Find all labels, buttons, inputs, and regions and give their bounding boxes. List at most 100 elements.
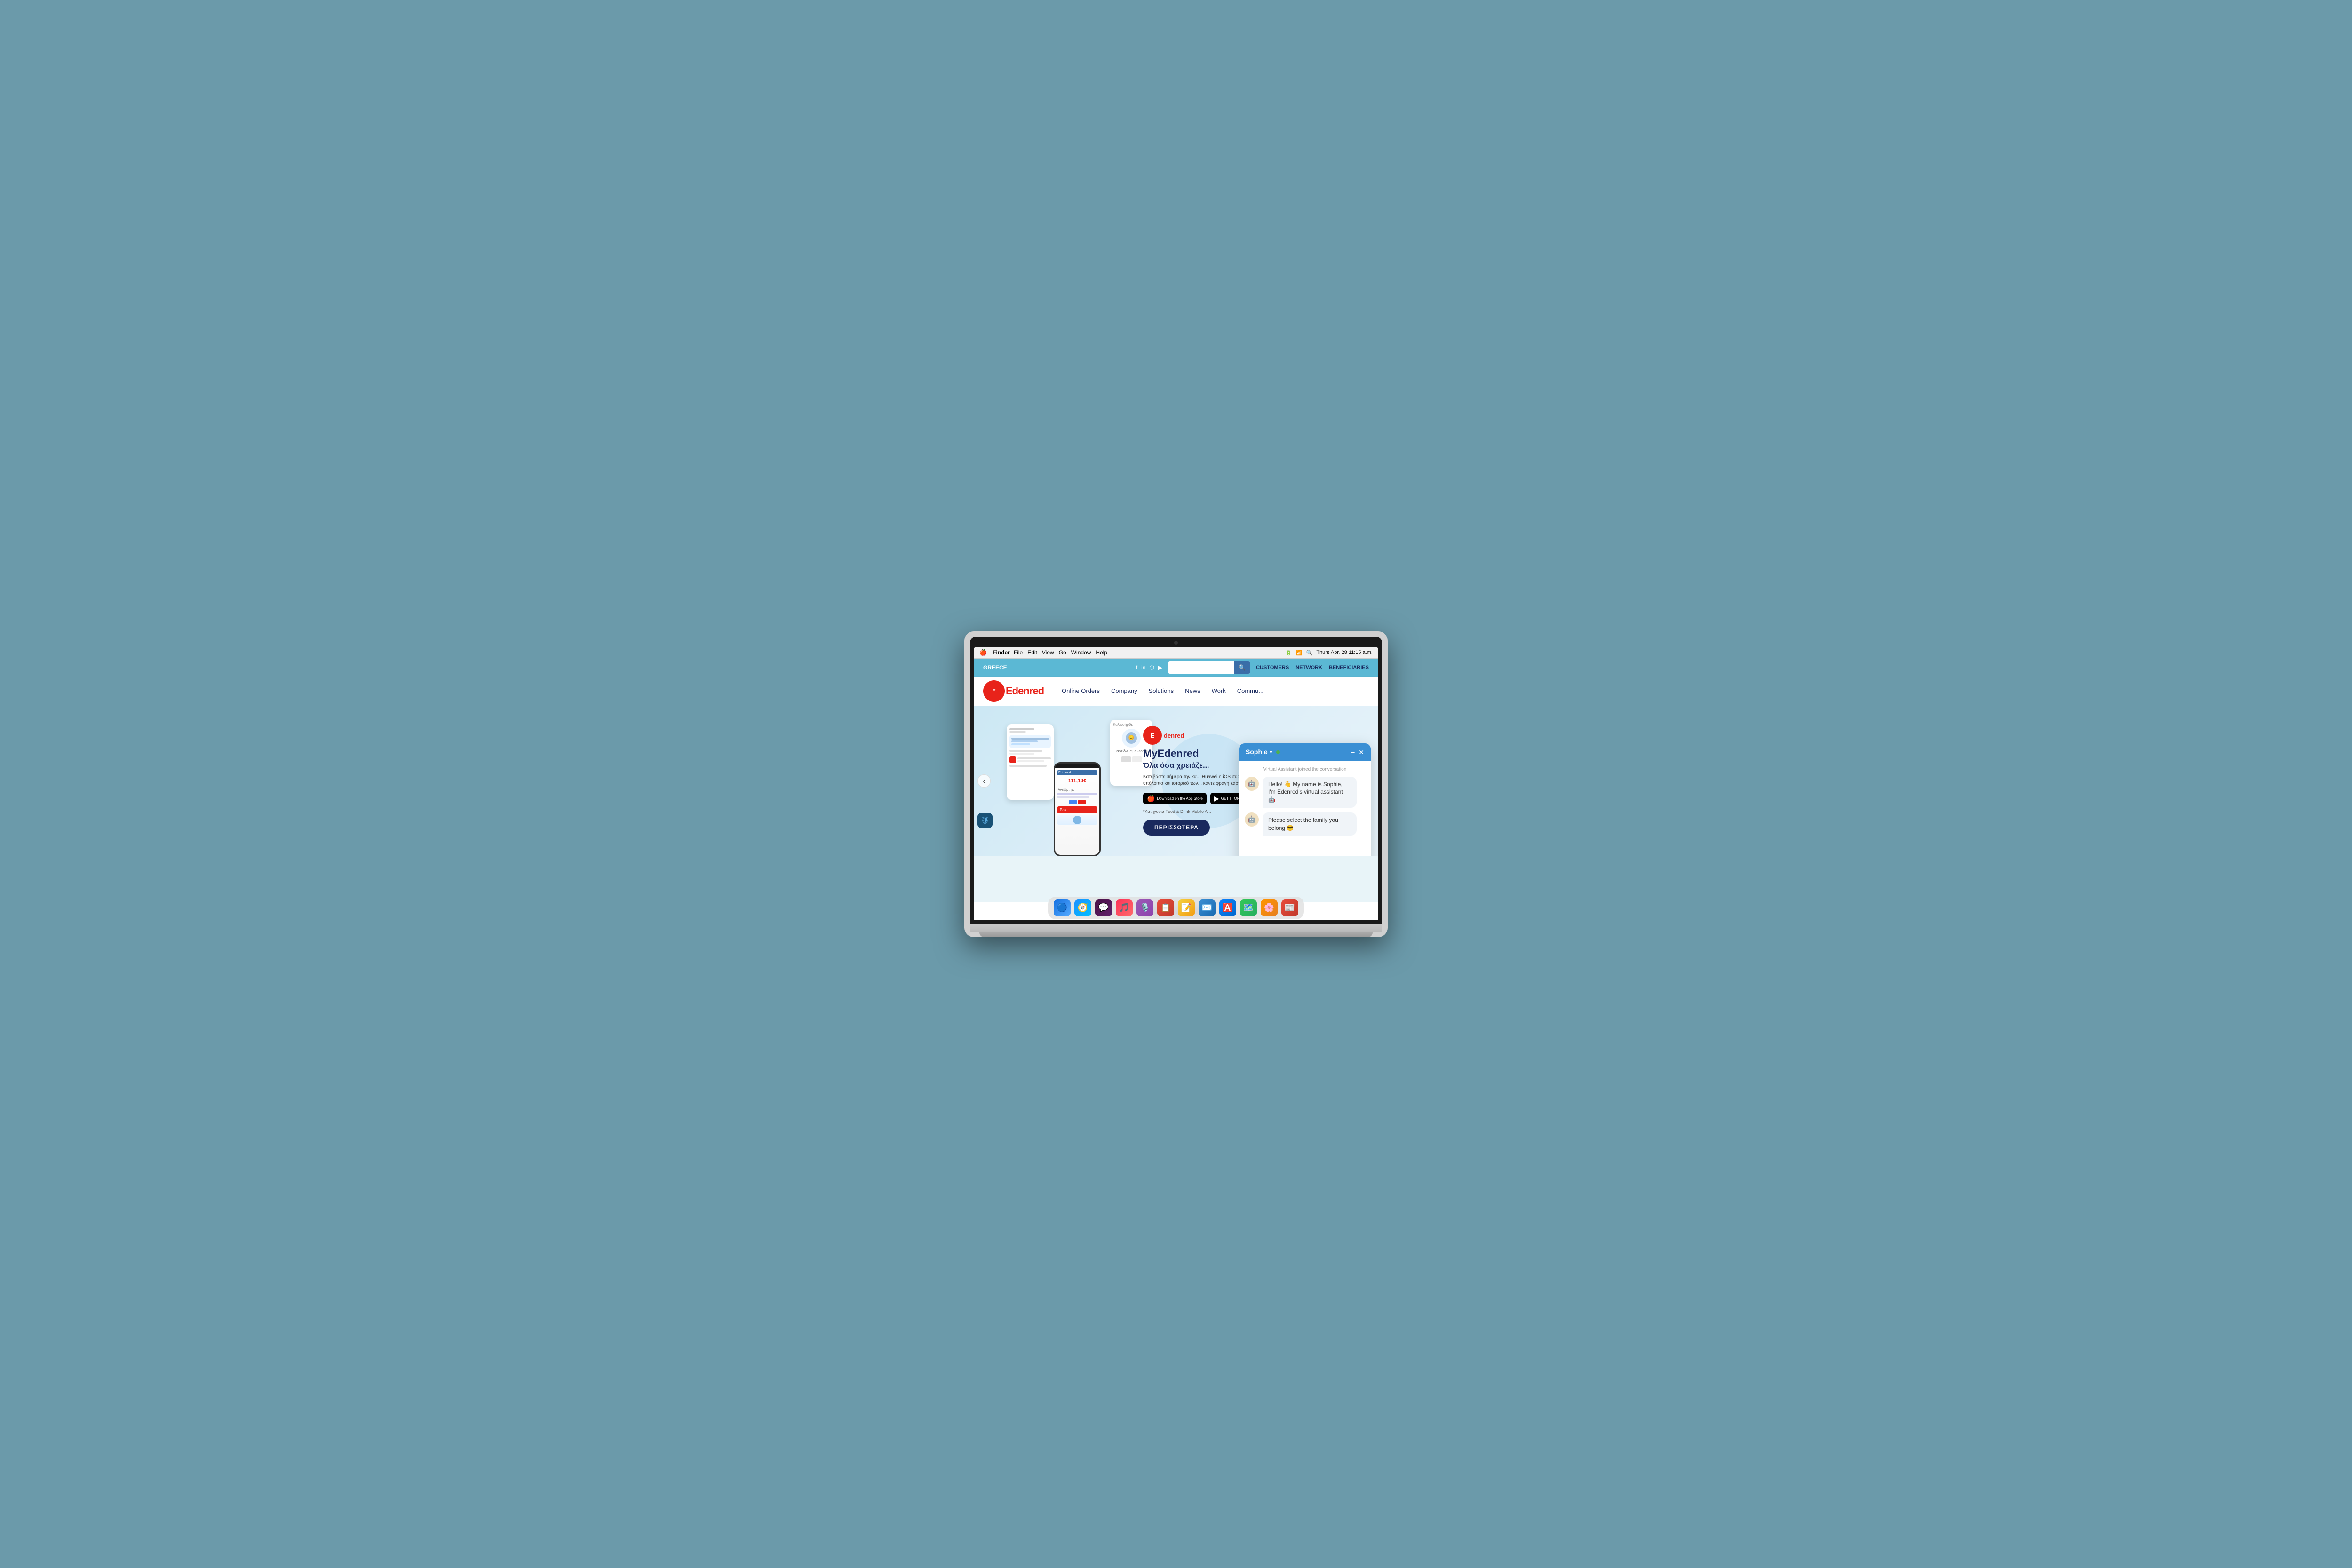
linkedin-icon[interactable]: in (1141, 664, 1145, 671)
hero-section: ‹ (974, 706, 1378, 856)
maps-icon: 🗺️ (1243, 903, 1254, 913)
chat-avatar-2: 🤖 (1245, 812, 1259, 827)
company-link[interactable]: Company (1111, 687, 1137, 694)
chat-title: Sophie (1246, 748, 1268, 756)
podcasts-icon: 🎙️ (1140, 903, 1150, 913)
search-bar[interactable]: 🔍 (1168, 661, 1250, 674)
facebook-icon[interactable]: f (1136, 664, 1137, 671)
reminders-icon: 📋 (1160, 903, 1171, 913)
solutions-link[interactable]: Solutions (1149, 687, 1174, 694)
main-navigation: E Edenred Online Orders Company Solution… (974, 677, 1378, 706)
dock-safari[interactable]: 🧭 (1074, 899, 1091, 916)
app-store-badge[interactable]: 🍎 Download on the App Store (1143, 793, 1207, 804)
chat-widget: Sophie • − ✕ Virtual Assistant join (1239, 743, 1371, 856)
network-link[interactable]: NETWORK (1295, 665, 1322, 670)
apple-store-icon: 🍎 (1147, 795, 1155, 803)
news-icon: 📰 (1285, 903, 1295, 913)
shield-badge: 🛡 (977, 813, 993, 828)
hero-phones-area: Εdenred 111,14€ Ανεξάρτητο Pa (1002, 710, 1162, 856)
work-link[interactable]: Work (1212, 687, 1226, 694)
beneficiaries-link[interactable]: BENEFICIARIES (1329, 665, 1369, 670)
phone-main-device: Εdenred 111,14€ Ανεξάρτητο Pa (1054, 762, 1101, 856)
dock-finder[interactable]: 🔵 (1054, 899, 1071, 916)
chat-options: Employee/Card holder Company Store partn… (1239, 855, 1371, 856)
dock-podcasts[interactable]: 🎙️ (1136, 899, 1153, 916)
main-nav-links: Online Orders Company Solutions News Wor… (1062, 687, 1263, 694)
chat-avatar-1: 🤖 (1245, 777, 1259, 791)
chat-close-button[interactable]: ✕ (1359, 749, 1364, 756)
phone-pay-btn: Pay (1057, 806, 1097, 813)
online-orders-link[interactable]: Online Orders (1062, 687, 1100, 694)
sophie-dot-separator: • (1270, 748, 1272, 756)
dock-appstore[interactable]: 🅰️ (1219, 899, 1236, 916)
view-menu[interactable]: View (1042, 649, 1054, 656)
go-menu[interactable]: Go (1059, 649, 1066, 656)
clock: Thurs Apr. 28 11:15 a.m. (1316, 650, 1373, 655)
top-nav-links: CUSTOMERS NETWORK BENEFICIARIES (1256, 665, 1369, 670)
help-menu[interactable]: Help (1096, 649, 1107, 656)
search-icon[interactable]: 🔍 (1306, 650, 1313, 656)
customers-link[interactable]: CUSTOMERS (1256, 665, 1289, 670)
edenred-logo-text-inner: E (992, 688, 995, 694)
macos-menu-items: File Edit View Go Window Help (1014, 649, 1107, 656)
chat-bubble-2: Please select the family you belong 😎 (1263, 812, 1357, 836)
chat-header: Sophie • − ✕ (1239, 743, 1371, 761)
phone-notch (1070, 764, 1084, 766)
cta-button[interactable]: ΠΕΡΙΣΣΟΤΕΡΑ (1143, 820, 1210, 836)
edit-menu[interactable]: Edit (1027, 649, 1037, 656)
laptop-bottom (970, 924, 1382, 932)
dock-reminders[interactable]: 📋 (1157, 899, 1174, 916)
news-link[interactable]: News (1185, 687, 1200, 694)
social-icons-group: f in ⬡ ▶ (1136, 664, 1162, 671)
community-link[interactable]: Commu... (1237, 687, 1263, 694)
screen-bezel: 🍎 Finder File Edit View Go Window Help 🔋… (970, 637, 1382, 924)
youtube-icon[interactable]: ▶ (1158, 664, 1162, 671)
file-menu[interactable]: File (1014, 649, 1023, 656)
window-menu[interactable]: Window (1071, 649, 1091, 656)
chat-bubble-1: Hello! 👋 My name is Sophie, I'm Edenred'… (1263, 777, 1357, 808)
wifi-icon: 📶 (1296, 650, 1303, 656)
notes-icon: 📝 (1181, 903, 1192, 913)
hero-logo-text: E (1151, 732, 1155, 739)
search-input[interactable] (1168, 664, 1234, 671)
dock-news[interactable]: 📰 (1281, 899, 1298, 916)
hero-logo-circle: E (1143, 726, 1162, 745)
camera-dot (1174, 641, 1178, 645)
chat-minimize-button[interactable]: − (1351, 749, 1355, 756)
edenred-logo-circle: E (983, 680, 1005, 702)
battery-icon: 🔋 (1286, 650, 1292, 656)
top-navigation: GREECE f in ⬡ ▶ 🔍 CUSTOMERS NETWORK (974, 659, 1378, 677)
dock-slack[interactable]: 💬 (1095, 899, 1112, 916)
hero-brand-name: denred (1164, 732, 1184, 739)
apple-logo-icon[interactable]: 🍎 (979, 649, 987, 656)
phone-card-left (1007, 724, 1054, 800)
hero-prev-arrow[interactable]: ‹ (977, 774, 991, 788)
dock-maps[interactable]: 🗺️ (1240, 899, 1257, 916)
chat-title-area: Sophie • (1246, 748, 1280, 756)
laptop-shell: 🍎 Finder File Edit View Go Window Help 🔋… (964, 631, 1388, 937)
google-play-icon: ▶ (1214, 795, 1219, 803)
country-label: GREECE (983, 664, 1007, 671)
instagram-icon[interactable]: ⬡ (1149, 664, 1154, 671)
dock-mail[interactable]: ✉️ (1199, 899, 1216, 916)
dock-notes[interactable]: 📝 (1178, 899, 1195, 916)
macos-statusbar: 🔋 📶 🔍 Thurs Apr. 28 11:15 a.m. (1286, 650, 1373, 656)
mail-icon: ✉️ (1202, 903, 1212, 913)
dock-music[interactable]: 🎵 (1116, 899, 1133, 916)
edenred-brand-text: Edenred (1006, 685, 1044, 697)
finder-menu-item[interactable]: Finder (993, 649, 1010, 656)
chat-system-message: Virtual Assistant joined the conversatio… (1245, 767, 1365, 772)
chat-message-1: 🤖 Hello! 👋 My name is Sophie, I'm Edenre… (1245, 777, 1365, 808)
search-button[interactable]: 🔍 (1234, 661, 1250, 674)
screen: 🍎 Finder File Edit View Go Window Help 🔋… (974, 647, 1378, 920)
macos-dock: 🔵 🧭 💬 🎵 🎙️ 📋 (1048, 897, 1304, 919)
edenred-logo[interactable]: E Edenred (983, 680, 1044, 702)
dock-photos[interactable]: 🌸 (1261, 899, 1278, 916)
phone-screen: Εdenred 111,14€ Ανεξάρτητο Pa (1055, 768, 1099, 856)
slack-icon: 💬 (1098, 903, 1109, 913)
online-indicator (1276, 750, 1280, 754)
safari-icon: 🧭 (1078, 903, 1088, 913)
chat-message-2: 🤖 Please select the family you belong 😎 (1245, 812, 1365, 836)
appstore-icon: 🅰️ (1223, 903, 1233, 913)
finder-icon: 🔵 (1057, 903, 1067, 913)
